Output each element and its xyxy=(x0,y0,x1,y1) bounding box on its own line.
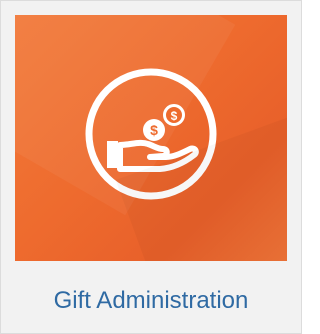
hand-receiving-coins-icon: $ $ xyxy=(82,65,220,203)
gift-administration-card[interactable]: $ $ Gift Administration xyxy=(0,0,302,334)
gift-administration-tile[interactable]: $ $ xyxy=(15,15,287,261)
sleeve-shape xyxy=(107,141,118,168)
card-title[interactable]: Gift Administration xyxy=(1,287,301,315)
hand-shape xyxy=(117,139,199,172)
coin-front-symbol: $ xyxy=(150,122,158,138)
coin-back-symbol: $ xyxy=(171,109,178,123)
